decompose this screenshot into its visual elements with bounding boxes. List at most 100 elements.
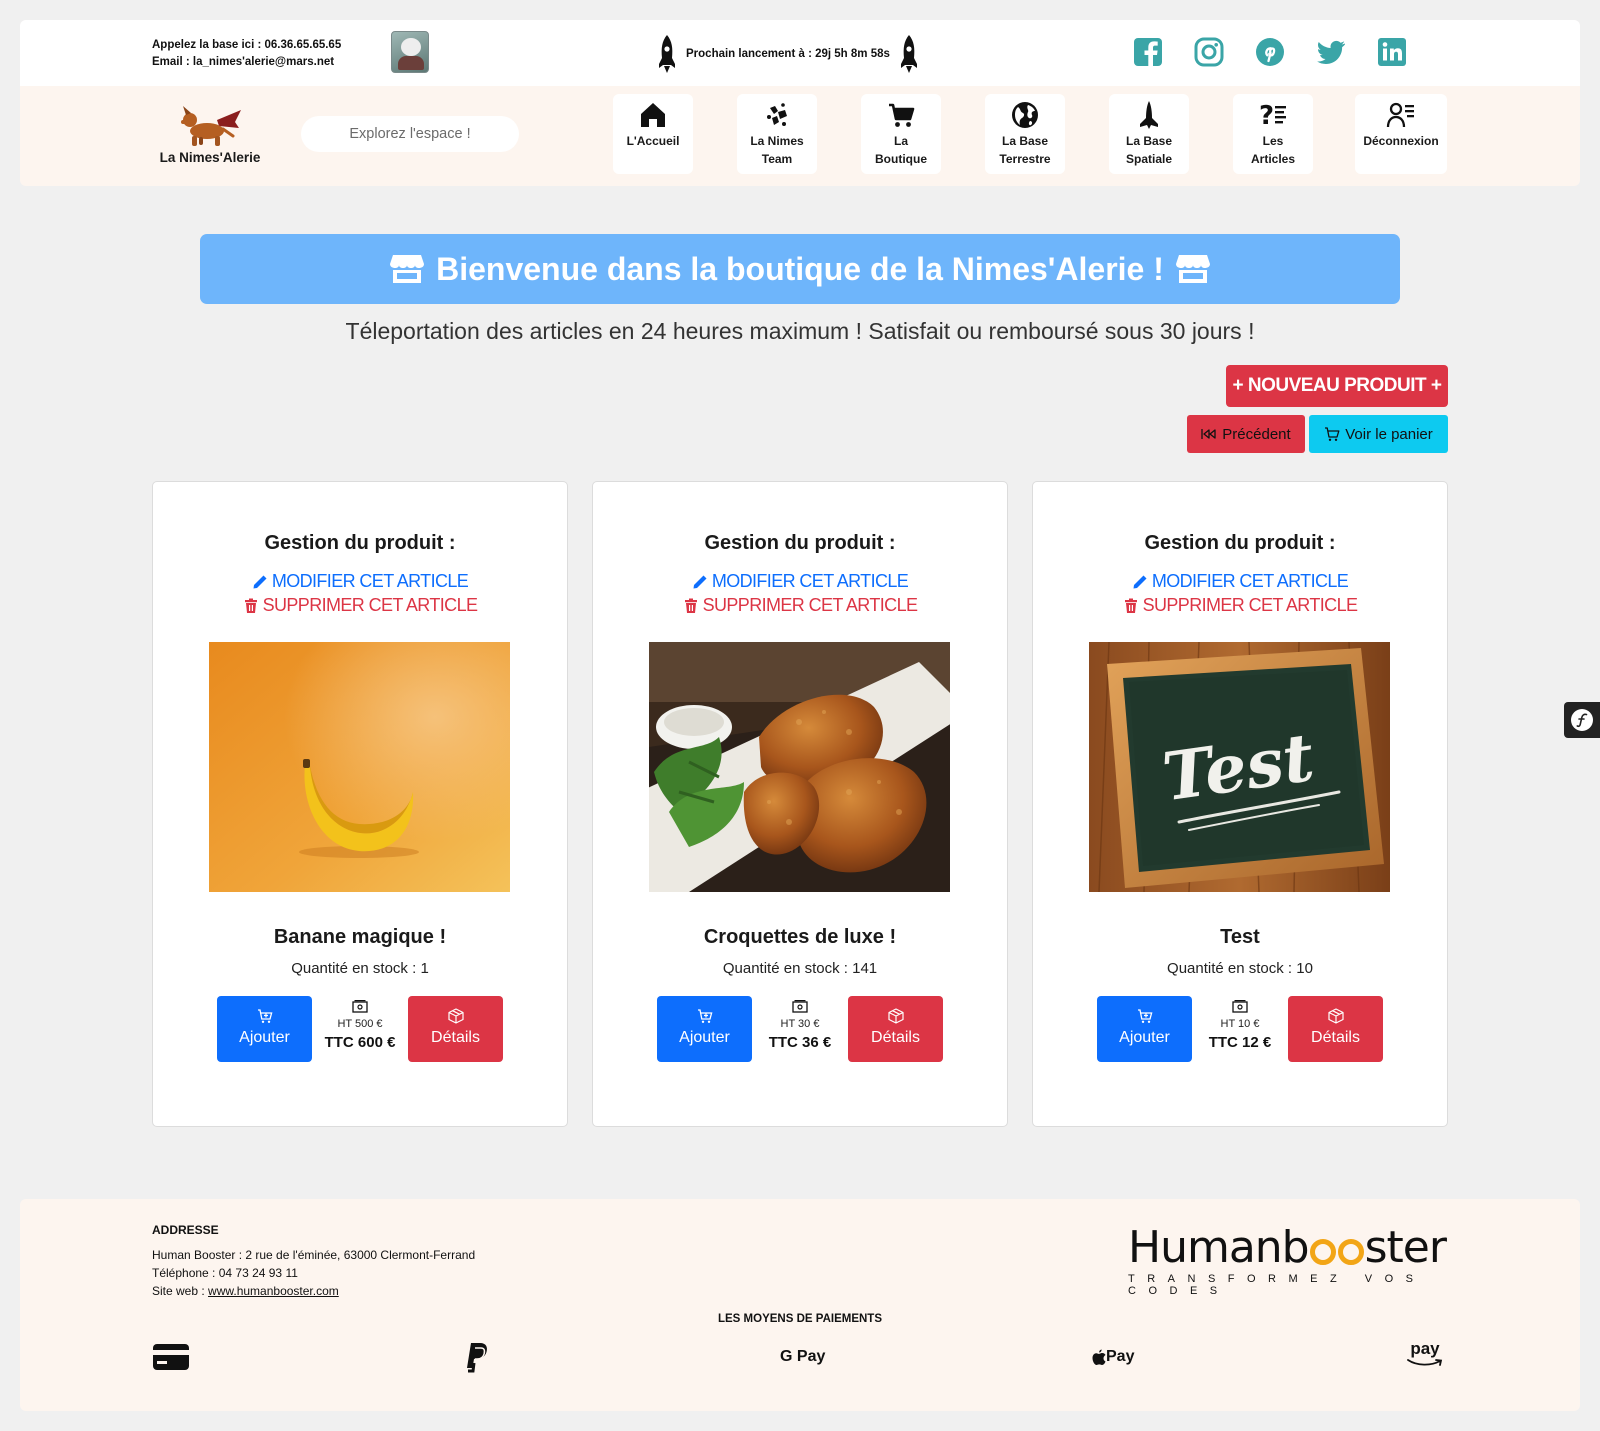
banner-title: Bienvenue dans la boutique de la Nimes'A… xyxy=(436,250,1164,287)
details-button[interactable]: Détails xyxy=(408,996,503,1062)
price-ht: HT 500 € xyxy=(337,1018,383,1030)
product-card: Gestion du produit : MODIFIER CET ARTICL… xyxy=(152,481,568,1127)
new-product-button[interactable]: + NOUVEAU PRODUIT + xyxy=(1226,365,1448,407)
nav-label: La Base Spatiale xyxy=(1125,134,1173,166)
nav-item-logout[interactable]: Déconnexion xyxy=(1355,94,1447,174)
site-logo[interactable]: La Nimes'Alerie xyxy=(155,104,265,165)
delete-article-link[interactable]: SUPPRIMER CET ARTICLE xyxy=(1033,595,1447,616)
add-label: Ajouter xyxy=(679,1029,730,1046)
rocket-icon xyxy=(659,35,675,73)
delete-article-link[interactable]: SUPPRIMER CET ARTICLE xyxy=(593,595,1007,616)
details-button[interactable]: Détails xyxy=(848,996,943,1062)
add-to-cart-button[interactable]: Ajouter xyxy=(1097,996,1192,1062)
nav-item-team[interactable]: La Nimes Team xyxy=(737,94,817,174)
edit-article-link[interactable]: MODIFIER CET ARTICLE xyxy=(153,571,567,592)
google-pay-label: G Pay xyxy=(780,1348,826,1365)
product-name: Croquettes de luxe ! xyxy=(703,926,897,948)
address-line: Human Booster : 2 rue de l'éminée, 63000… xyxy=(152,1248,476,1262)
articles-icon: ? xyxy=(1259,101,1286,130)
price-block: HT 10 € TTC 12 € xyxy=(1192,1000,1288,1051)
box-icon xyxy=(1327,1008,1344,1024)
nav-item-earth-base[interactable]: La Base Terrestre xyxy=(985,94,1065,174)
payments-title: LES MOYENS DE PAIEMENTS xyxy=(717,1313,882,1325)
website-line: Site web : www.humanbooster.com xyxy=(152,1282,475,1300)
add-label: Ajouter xyxy=(1119,1029,1170,1046)
instagram-icon[interactable] xyxy=(1193,36,1225,68)
home-icon xyxy=(641,103,665,127)
details-label: Détails xyxy=(1311,1029,1360,1046)
nav-label: La Boutique xyxy=(875,134,927,166)
search-input[interactable] xyxy=(301,116,519,152)
delete-article-label: SUPPRIMER CET ARTICLE xyxy=(262,595,478,615)
product-image-banana[interactable] xyxy=(209,642,510,892)
cash-icon xyxy=(352,1000,368,1013)
management-title: Gestion du produit : xyxy=(704,532,896,554)
product-image-croquettes[interactable] xyxy=(649,642,950,892)
pencil-icon xyxy=(253,575,267,588)
nav-label: Déconnexion xyxy=(1363,134,1439,148)
view-cart-button[interactable]: Voir le panier xyxy=(1309,415,1448,453)
edit-article-label: MODIFIER CET ARTICLE xyxy=(271,571,469,591)
cart-plus-icon xyxy=(697,1009,712,1023)
store-icon xyxy=(1175,255,1210,283)
previous-button[interactable]: Précédent xyxy=(1187,415,1305,453)
astronaut-dog-badge xyxy=(391,31,429,73)
pinterest-icon[interactable] xyxy=(1254,36,1286,68)
launch-text: Prochain lancement à : 29j 5h 8m 58s xyxy=(686,48,890,60)
logo-text: La Nimes'Alerie xyxy=(159,150,261,165)
credit-card-icon xyxy=(152,1339,190,1375)
brand-left: Humanb xyxy=(1128,1222,1310,1273)
amazon-pay-icon: pay xyxy=(1407,1339,1443,1375)
humanbooster-wordmark: Humanb ster xyxy=(1128,1225,1458,1271)
edit-article-link[interactable]: MODIFIER CET ARTICLE xyxy=(1033,571,1447,592)
team-icon xyxy=(767,103,787,126)
product-card: Gestion du produit : MODIFIER CET ARTICL… xyxy=(592,481,1008,1127)
main-navbar: La Nimes'Alerie L'Accueil La Nimes Team … xyxy=(20,86,1580,186)
add-to-cart-button[interactable]: Ajouter xyxy=(657,996,752,1062)
cash-icon xyxy=(792,1000,808,1013)
edit-article-link[interactable]: MODIFIER CET ARTICLE xyxy=(593,571,1007,592)
product-card: Gestion du produit : MODIFIER CET ARTICL… xyxy=(1032,481,1448,1127)
stock-quantity: Quantité en stock : 1 xyxy=(291,960,429,977)
product-image-chalkboard[interactable]: Test xyxy=(1089,642,1390,892)
email-line: Email : la_nimes'alerie@mars.net xyxy=(152,56,335,68)
details-button[interactable]: Détails xyxy=(1288,996,1383,1062)
twitter-icon[interactable] xyxy=(1315,36,1347,68)
nav-item-home[interactable]: L'Accueil xyxy=(613,94,693,174)
cart-plus-icon xyxy=(1137,1009,1152,1023)
cart-plus-icon xyxy=(257,1009,272,1023)
rocket-icon xyxy=(900,35,917,73)
site-footer: ADDRESSE Human Booster : 2 rue de l'émin… xyxy=(20,1199,1580,1411)
nav-label: Les Articles xyxy=(1250,134,1296,166)
trash-icon xyxy=(1124,598,1137,613)
shuttle-icon xyxy=(1140,101,1158,129)
phone-line: Appelez la base ici : 06.36.65.65.65 xyxy=(152,39,342,51)
management-title: Gestion du produit : xyxy=(264,532,456,554)
pencil-icon xyxy=(693,575,707,588)
delete-article-link[interactable]: SUPPRIMER CET ARTICLE xyxy=(153,595,567,616)
nav-label: L'Accueil xyxy=(626,134,680,148)
phone-line: Téléphone : 04 73 24 93 11 xyxy=(152,1266,298,1280)
nav-item-shop[interactable]: La Boutique xyxy=(861,94,941,174)
facebook-icon[interactable] xyxy=(1132,36,1164,68)
rewind-icon xyxy=(1201,429,1216,439)
humanbooster-logo[interactable]: Humanb ster TRANSFORMEZ VOS CODES xyxy=(1128,1225,1458,1298)
trash-icon xyxy=(684,598,697,613)
website-link[interactable]: www.humanbooster.com xyxy=(208,1284,339,1298)
previous-label: Précédent xyxy=(1222,425,1291,443)
trash-icon xyxy=(244,598,257,613)
linkedin-icon[interactable] xyxy=(1376,36,1408,68)
symfony-icon xyxy=(1571,709,1593,731)
nav-item-space-base[interactable]: La Base Spatiale xyxy=(1109,94,1189,174)
box-icon xyxy=(447,1008,464,1024)
delete-article-label: SUPPRIMER CET ARTICLE xyxy=(702,595,918,615)
view-cart-label: Voir le panier xyxy=(1345,425,1433,443)
price-block: HT 500 € TTC 600 € xyxy=(312,1000,408,1051)
amazon-pay-label: pay xyxy=(1410,1339,1440,1358)
symfony-toolbar-toggle[interactable] xyxy=(1564,702,1600,738)
add-to-cart-button[interactable]: Ajouter xyxy=(217,996,312,1062)
site-header: Appelez la base ici : 06.36.65.65.65 Ema… xyxy=(20,20,1580,186)
price-ttc: TTC 36 € xyxy=(768,1034,832,1051)
dog-hero-logo-icon xyxy=(181,106,241,146)
nav-item-articles[interactable]: ? Les Articles xyxy=(1233,94,1313,174)
